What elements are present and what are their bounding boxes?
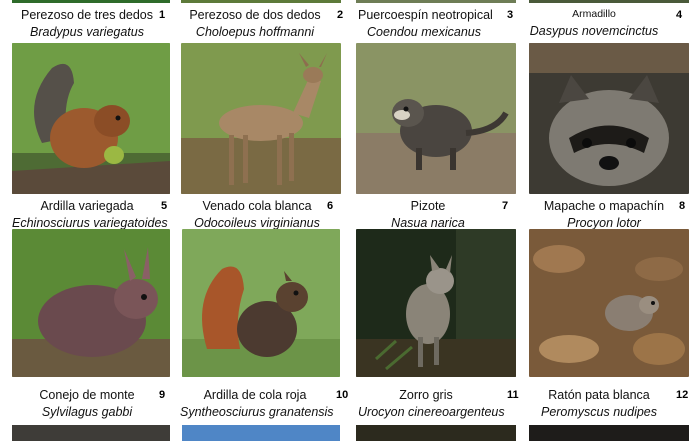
caption-9: Conejo de monte Sylvilagus gabbi [12,389,162,418]
caption-12: Ratón pata blanca Peromyscus nudipes [534,389,664,418]
caption-10: Ardilla de cola roja Syntheosciurus gran… [180,388,334,419]
caption-7: Pizote Nasua narica [362,200,494,229]
scientific-name: Syntheosciurus granatensis [180,404,334,419]
scientific-name: Choloepus hoffmanni [195,24,315,39]
scientific-name: Echinosciurus variegatoides [12,215,168,230]
caption-4: Armadillo Dasypus novemcinctus [529,9,659,37]
panel-number: 12 [676,389,689,401]
caption-11: Zorro gris Urocyon cinereoargenteus [358,388,505,419]
bottom-photo-strip-2 [182,425,340,441]
scientific-name: Sylvilagus gabbi [41,404,133,419]
caption-2: Perezoso de dos dedos Choloepus hoffmann… [180,9,330,38]
scientific-name: Odocoileus virginianus [194,215,320,230]
photo-tree-squirrel [12,43,170,194]
caption-8: Mapache o mapachín Procyon lotor [540,200,668,229]
photo-rabbit [12,229,170,377]
common-name: Puercoespín neotropical [358,8,493,22]
caption-6: Venado cola blanca Odocoileus virginianu… [182,200,332,229]
panel-number: 4 [676,9,683,21]
panel-number: 9 [159,389,166,401]
scientific-name: Dasypus novemcinctus [529,23,659,38]
panel-number: 2 [337,9,344,21]
common-name: Ardilla variegada [40,199,134,213]
common-name: Pizote [410,199,446,213]
panel-number: 8 [679,200,686,212]
photo-raccoon [529,43,689,194]
panel-number: 6 [327,200,334,212]
bottom-photo-strip-4 [529,425,689,441]
common-name: Perezoso de tres dedos [20,8,154,22]
photo-white-footed-mouse [529,229,689,377]
common-name: Ardilla de cola roja [203,388,307,402]
scientific-name: Urocyon cinereoargenteus [358,404,505,419]
top-photo-strip-4 [529,0,689,3]
photo-gray-fox [356,229,516,377]
scientific-name: Coendou mexicanus [367,24,481,39]
scientific-name: Bradypus variegatus [30,24,144,39]
common-name: Venado cola blanca [202,199,312,213]
scientific-name: Procyon lotor [567,215,641,230]
panel-number: 5 [161,200,168,212]
top-photo-strip-2 [181,0,341,3]
common-name: Ratón pata blanca [548,388,650,402]
panel-number: 1 [159,9,166,21]
top-photo-strip-3 [356,0,516,3]
common-name: Mapache o mapachín [543,199,665,213]
scientific-name: Nasua narica [391,215,465,230]
panel-number: 3 [507,9,514,21]
top-photo-strip-1 [12,0,170,3]
scientific-name: Peromyscus nudipes [540,404,658,419]
panel-number: 11 [507,389,519,401]
photo-coati [356,43,516,194]
bottom-photo-strip-1 [12,425,170,441]
panel-number: 7 [502,200,509,212]
caption-1: Perezoso de tres dedos Bradypus variegat… [12,9,162,38]
panel-number: 10 [336,389,349,401]
photo-red-tailed-squirrel [182,229,340,377]
photo-deer [181,43,341,194]
common-name: Conejo de monte [39,388,135,402]
common-name: Armadillo [572,8,616,20]
caption-3: Puercoespín neotropical Coendou mexicanu… [358,8,493,39]
common-name: Zorro gris [399,388,453,402]
common-name: Perezoso de dos dedos [189,8,321,22]
caption-5: Ardilla variegada Echinosciurus variegat… [12,199,168,230]
bottom-photo-strip-3 [356,425,516,441]
